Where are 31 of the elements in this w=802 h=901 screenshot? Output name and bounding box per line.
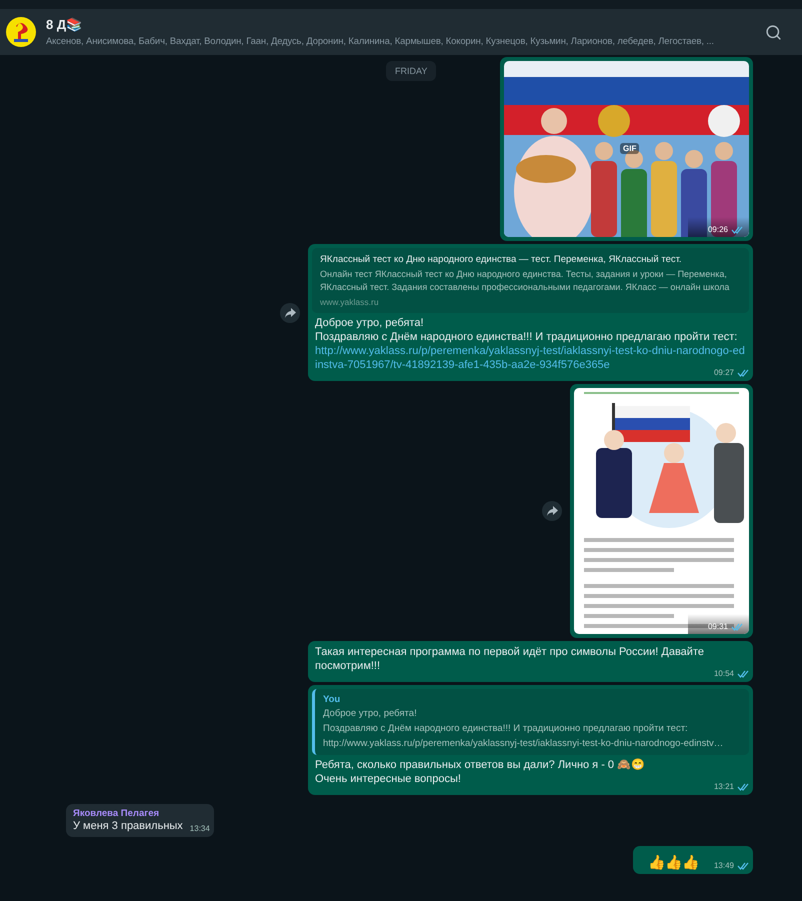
gif-label: GIF [620,143,640,154]
message-text: Доброе утро, ребята! [315,316,425,330]
forward-button[interactable] [542,501,562,521]
emoji-text: 👍👍👍 [646,853,700,870]
quote-text: http://www.yaklass.ru/p/peremenka/yaklassnyj-test/iaklassnyi-test-ko-dniu-narodnogo-edinstv… [323,737,724,750]
message-text: Поздравляю с Днём народного единства!!! И традиционно предлагаю пройти тест: [315,330,738,344]
date-chip: FRIDAY [386,61,436,81]
share-icon [546,506,558,516]
quoted-message[interactable]: You Доброе утро, ребята! Поздравляю с Днём народного единства!!! И традиционно предлагаю пройти тест: http://www.yaklass.ru/p/peremenka/yaklassnyj-test/iaklassnyi-test-ko-dniu-narodnogo-edinstv… [312,689,749,755]
preview-title: ЯКлассный тест ко Дню народного единства — тест. Переменка, ЯКлассный тест. [320,254,683,265]
quote-text: Поздравляю с Днём народного единства!!! И традиционно предлагаю пройти тест: [323,722,689,735]
message-text: Такая интересная программа по первой идёт про символы России! Давайте посмотрим!!! [315,645,705,673]
share-icon [284,308,296,318]
message-time: 09:31 [708,622,728,631]
group-avatar[interactable] [6,17,36,47]
group-name: 8 Д📚 [46,17,84,32]
quote-author: You [323,694,342,705]
message-time: 09:26 [708,225,728,234]
message-time: 13:21 [714,782,734,791]
forward-button[interactable] [280,302,300,322]
preview-site: www.yaklass.ru [320,297,380,307]
sender-name: Яковлева Пелагея [73,808,160,819]
message-text: У меня 3 правильных [73,819,183,833]
preview-description: Онлайн тест ЯКлассный тест ко Дню народного единства. Тесты, задания и уроки — Переменка, ЯКлассный тест. Задания составлены профессиональными педагогами. ЯКласс — онлайн школа [320,268,730,294]
message-time: 13:49 [714,861,734,870]
message-text: Ребята, сколько правильных ответов вы дали? Лично я - 0 🙈😁 [315,758,646,772]
message-time: 13:34 [190,824,210,833]
member-list: Аксенов, Анисимова, Бабич, Вахдат, Володин, Гаан, Дедусь, Доронин, Калинина, Кармышев, Кокорин, Кузнецов, Кузьмин, Ларионов, лебедев, Легостаев, ... [46,35,714,47]
message-time: 10:54 [714,669,734,678]
quote-text: Доброе утро, ребята! [323,707,418,720]
message-time: 09:27 [714,368,734,377]
